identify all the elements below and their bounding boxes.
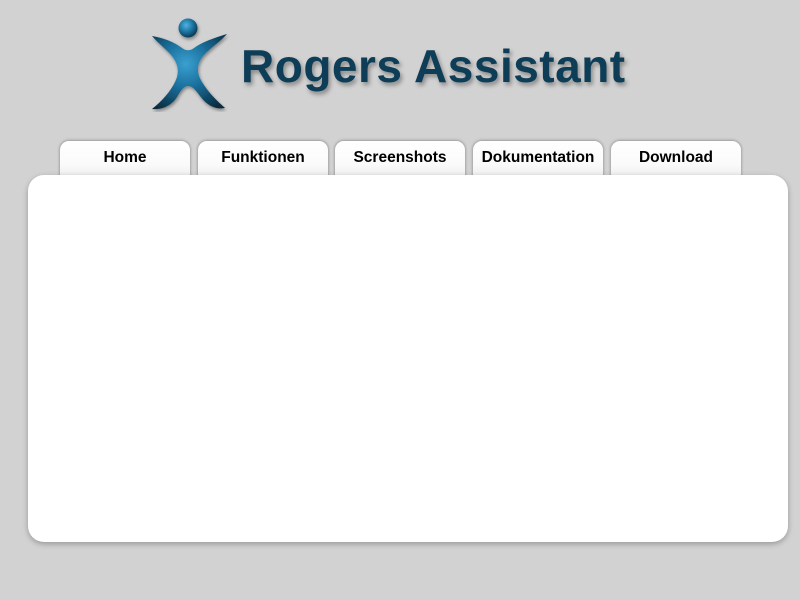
site-logo[interactable]: Rogers Assistant — [150, 16, 650, 116]
page: Rogers Assistant Home Funktionen Screens… — [0, 0, 800, 600]
brand-name: Rogers Assistant — [241, 40, 626, 92]
content-panel — [28, 175, 788, 542]
person-figure-icon — [150, 16, 230, 112]
